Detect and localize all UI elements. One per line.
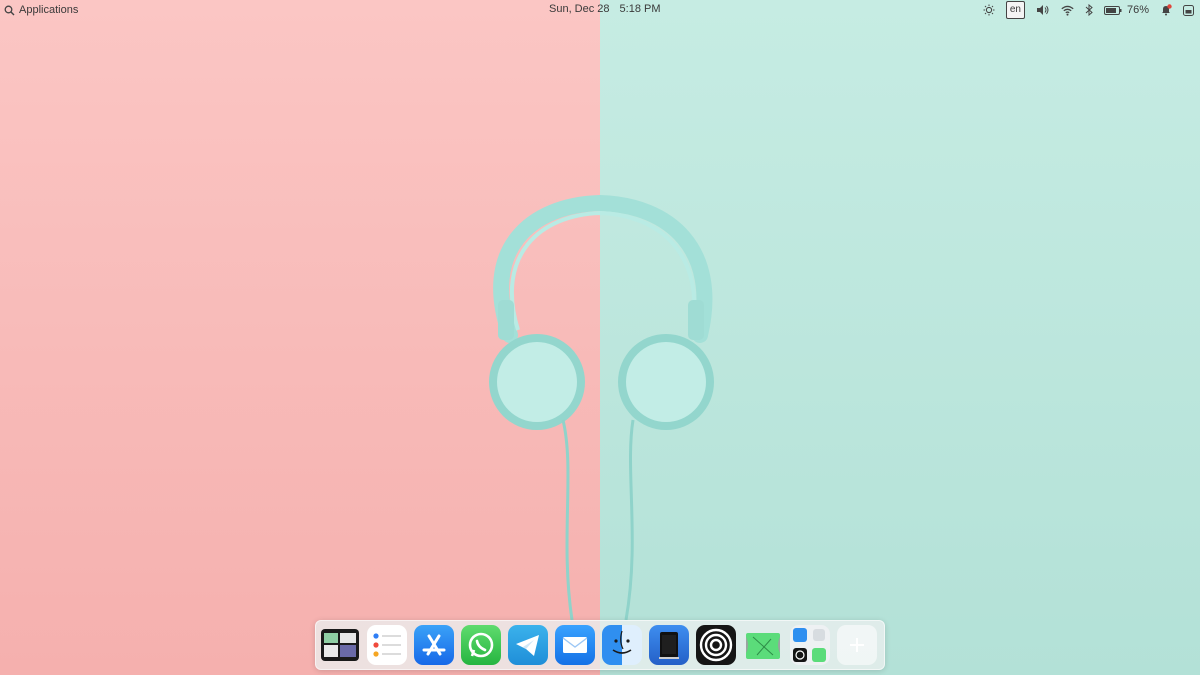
files-launcher[interactable] [602, 625, 642, 665]
applications-menu[interactable]: Applications [4, 2, 78, 18]
files-icon [612, 630, 632, 654]
applications-label: Applications [19, 4, 79, 16]
map-icon [746, 633, 780, 659]
multitasking-icon [321, 629, 359, 661]
mail-icon [562, 637, 588, 653]
indicators-area: en 76% [983, 1, 1194, 19]
top-panel: Applications Sun, Dec 28 5:18 PM en 76% [0, 0, 1200, 19]
multitasking-view-launcher[interactable] [320, 625, 360, 665]
target-icon [699, 628, 733, 662]
telegram-launcher[interactable] [508, 625, 548, 665]
search-icon [4, 2, 15, 18]
vinyl-launcher[interactable] [696, 625, 736, 665]
time-text: 5:18 PM [619, 3, 661, 15]
mail-launcher[interactable] [555, 625, 595, 665]
desktop-wallpaper [0, 0, 1200, 675]
whatsapp-launcher[interactable] [461, 625, 501, 665]
add-app-button[interactable] [837, 625, 877, 665]
headphones-image [489, 194, 714, 621]
battery-percent: 76% [1126, 4, 1149, 16]
reminders-launcher[interactable] [367, 625, 407, 665]
bluetooth-icon[interactable] [1085, 2, 1093, 18]
app-store-launcher[interactable] [414, 625, 454, 665]
datetime-indicator[interactable]: Sun, Dec 28 5:18 PM [549, 3, 661, 15]
keyboard-layout-indicator[interactable]: en [1005, 1, 1025, 19]
session-icon[interactable] [1183, 2, 1194, 18]
date-text: Sun, Dec 28 [549, 3, 610, 15]
power-indicator[interactable]: 76% [1103, 2, 1149, 18]
reminders-icon [373, 633, 401, 657]
volume-icon[interactable] [1036, 2, 1050, 18]
notifications-icon[interactable] [1160, 2, 1172, 18]
app-store-icon [422, 634, 446, 656]
tablet-icon [659, 632, 679, 659]
folder-grid-icon [793, 628, 826, 662]
app-folder-launcher[interactable] [790, 625, 830, 665]
whatsapp-icon [468, 632, 494, 658]
telegram-icon [516, 635, 539, 656]
wifi-icon[interactable] [1061, 2, 1074, 18]
plus-icon [850, 638, 864, 652]
dock [315, 620, 885, 670]
sidecar-launcher[interactable] [649, 625, 689, 665]
map-app-launcher[interactable] [743, 625, 783, 665]
battery-icon [1103, 5, 1122, 15]
night-light-icon[interactable] [983, 2, 995, 18]
